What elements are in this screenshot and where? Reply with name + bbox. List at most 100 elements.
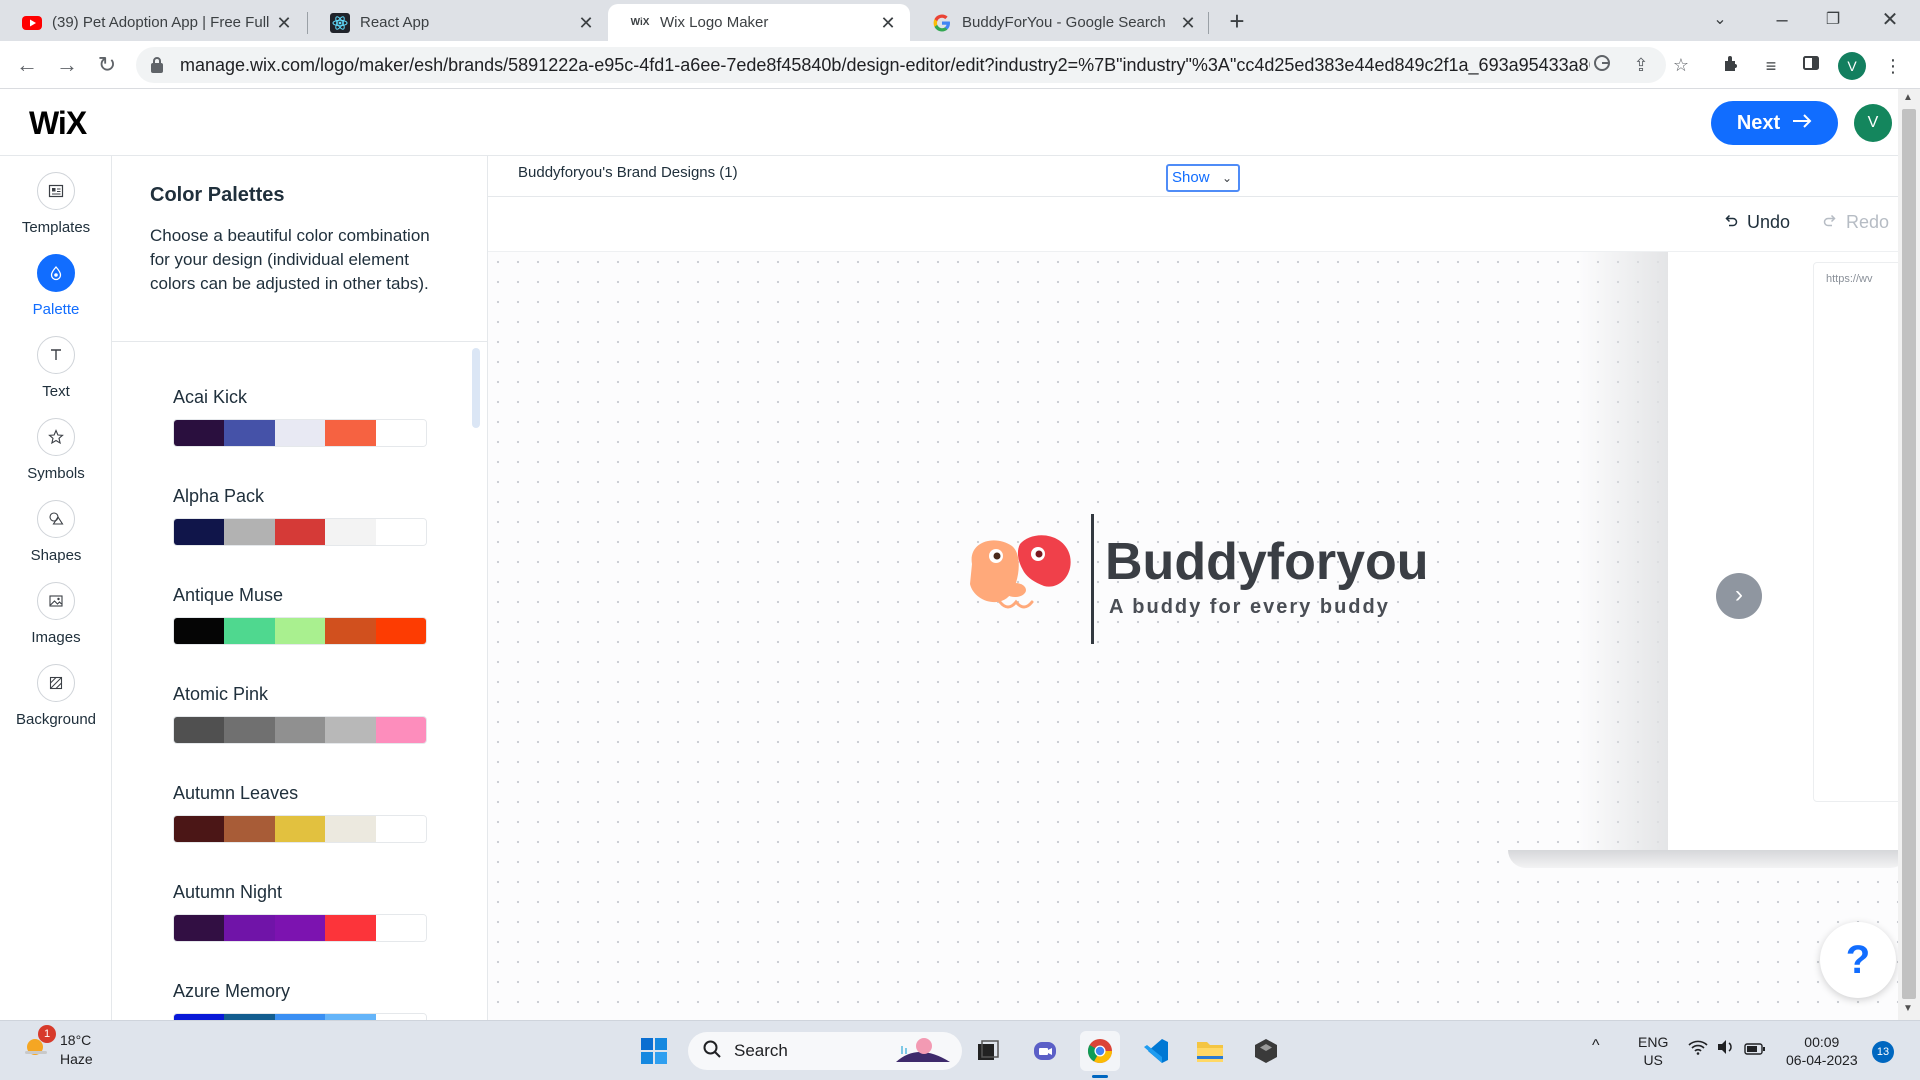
undo-button[interactable]: Undo [1723,212,1790,233]
scroll-down-icon[interactable]: ▼ [1903,1003,1913,1014]
browser-tab-wix[interactable]: WiX Wix Logo Maker ✕ [608,4,910,41]
logo-design[interactable]: Buddyforyou A buddy for every buddy [964,514,1484,644]
rail-item-images[interactable]: Images [0,582,112,664]
bookmark-star-icon[interactable]: ☆ [1670,54,1692,76]
rail-item-templates[interactable]: Templates [0,172,112,254]
close-icon[interactable]: ✕ [274,13,294,33]
browser-tab-google[interactable]: BuddyForYou - Google Search ✕ [910,4,1210,41]
palette-item[interactable]: Antique Muse [173,585,427,645]
taskbar-search[interactable]: Search [688,1032,962,1070]
minimize-button[interactable]: – [1762,5,1802,35]
palette-swatches [173,419,427,447]
palette-item[interactable]: Atomic Pink [173,684,427,744]
restore-button[interactable]: ❐ [1813,5,1853,35]
wifi-icon[interactable] [1688,1039,1708,1059]
shapes-icon [37,500,75,538]
color-swatch [174,519,225,545]
scroll-up-icon[interactable]: ▲ [1903,92,1913,103]
task-view-icon[interactable] [968,1031,1008,1071]
next-design-chevron-icon[interactable]: › [1716,573,1762,619]
brand-designs-title: Buddyforyou's Brand Designs (1) [518,164,738,181]
show-dropdown[interactable]: Show ⌄ [1166,164,1240,192]
file-explorer-icon[interactable] [1190,1031,1230,1071]
notification-badge[interactable]: 13 [1872,1041,1894,1063]
browser-toolbar: ← → ↻ manage.wix.com/logo/maker/esh/bran… [0,41,1920,89]
menu-kebab-icon[interactable]: ⋮ [1880,53,1906,79]
rail-item-symbols[interactable]: Symbols [0,418,112,500]
back-button[interactable]: ← [12,50,42,80]
chrome-taskbar-icon[interactable] [1080,1031,1120,1071]
redo-button[interactable]: Redo [1822,212,1889,233]
volume-icon[interactable] [1716,1039,1734,1059]
teams-chat-icon[interactable] [1025,1031,1065,1071]
new-tab-button[interactable]: + [1222,6,1252,36]
google-translate-icon[interactable] [1591,54,1613,76]
canvas-shadow [1578,252,1668,852]
color-swatch [375,816,426,842]
vscode-icon[interactable] [1136,1031,1176,1071]
browser-tab-youtube[interactable]: (39) Pet Adoption App | Free Full ✕ [0,4,306,41]
color-swatch [274,420,326,446]
rail-item-background[interactable]: Background [0,664,112,746]
palette-item[interactable]: Autumn Leaves [173,783,427,843]
palette-item[interactable]: Alpha Pack [173,486,427,546]
palette-item[interactable]: Autumn Night [173,882,427,942]
text-icon [37,336,75,374]
palette-item[interactable]: Acai Kick [173,387,427,447]
browser-tab-react[interactable]: React App ✕ [308,4,608,41]
color-swatch [224,618,275,644]
battery-icon[interactable] [1744,1041,1766,1059]
tab-search-chevron-icon[interactable]: ⌄ [1700,5,1740,35]
undo-icon [1723,212,1739,233]
palette-item[interactable]: Azure Memory [173,981,427,1020]
side-panel-icon[interactable] [1798,53,1824,79]
color-swatch [224,816,275,842]
profile-avatar[interactable]: V [1838,52,1866,80]
color-swatch [325,618,376,644]
active-app-indicator [1092,1075,1108,1078]
user-avatar[interactable]: V [1854,104,1892,142]
mini-browser-preview[interactable]: https://wv [1813,262,1898,802]
language-indicator[interactable]: ENG US [1638,1033,1668,1069]
clock[interactable]: 00:09 06-04-2023 [1786,1033,1858,1069]
preview-shelf [1508,850,1898,868]
tray-chevron-up-icon[interactable]: ^ [1592,1037,1600,1055]
search-icon [702,1039,722,1064]
panel-scrollbar[interactable] [472,348,480,428]
close-icon[interactable]: ✕ [1178,13,1198,33]
reload-button[interactable]: ↻ [92,50,122,80]
logo-tagline: A buddy for every buddy [1109,596,1390,618]
panel-description: Choose a beautiful color combination for… [150,226,430,293]
rail-label: Shapes [30,547,82,564]
window-close-button[interactable]: ✕ [1870,5,1910,35]
unity-app-icon[interactable] [1246,1031,1286,1071]
lang-top: ENG [1638,1034,1669,1050]
rail-item-text[interactable]: Text [0,336,112,418]
help-button[interactable]: ? [1820,922,1896,998]
windows-taskbar: 1 18°C Haze Search ^ ENG US 00:09 06-04-… [0,1020,1920,1080]
extensions-icon[interactable] [1718,53,1744,79]
palette-swatches [173,617,427,645]
scroll-thumb[interactable] [1902,109,1916,999]
address-bar[interactable]: manage.wix.com/logo/maker/esh/brands/589… [136,47,1666,83]
page-scrollbar[interactable]: ▲ ▼ [1898,89,1920,1020]
windows-start-button[interactable] [634,1031,674,1071]
close-icon[interactable]: ✕ [576,13,596,33]
forward-button[interactable]: → [52,50,82,80]
color-swatch [274,816,326,842]
wix-logo[interactable]: WiX [29,105,87,142]
clock-time: 00:09 [1804,1034,1840,1050]
lang-bottom: US [1643,1052,1663,1068]
share-icon[interactable]: ⇪ [1630,54,1652,76]
weather-widget[interactable]: 1 18°C Haze [22,1025,93,1069]
panel-title: Color Palettes [150,184,285,206]
media-control-icon[interactable]: ≡ [1758,53,1784,79]
rail-label: Templates [21,219,91,236]
rail-item-palette[interactable]: Palette [0,254,112,336]
redo-label: Redo [1846,212,1890,232]
logo-canvas[interactable]: https://wv Buddyforyou A buddy for every… [488,252,1898,1020]
next-button[interactable]: Next [1711,101,1838,145]
palette-swatches [173,716,427,744]
close-icon[interactable]: ✕ [878,13,898,33]
rail-item-shapes[interactable]: Shapes [0,500,112,582]
